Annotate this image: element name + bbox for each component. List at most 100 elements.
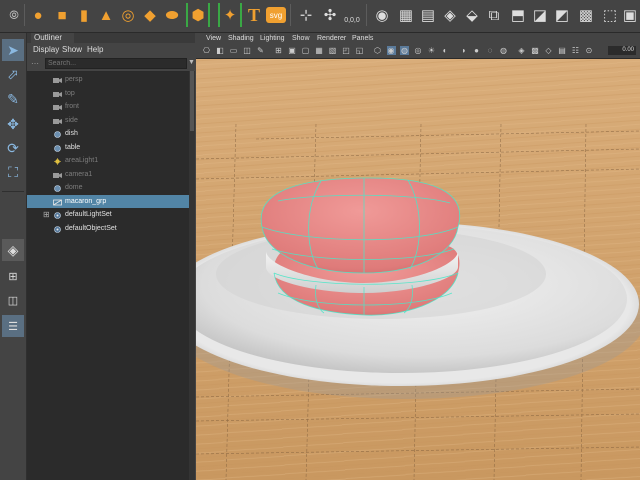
safe-action-icon[interactable]: ◰ [342,46,351,55]
field-chart-icon[interactable]: ▧ [328,46,337,55]
viewport-3d[interactable] [196,59,640,480]
multicut-icon[interactable]: ◪ [528,3,552,27]
separate-icon[interactable]: ▦ [394,3,418,27]
viewport-toolbar: ⎔ ◧ ▭ ◫ ✎ ⊞ ▣ ▢ ▦ ▧ ◰ ◱ ⬡ ◉ ◍ ◎ ☀ ◐ ◑ ● ◌ ◍ ◈ ▩ ◇ ▤ ☷ ⊙ 0.00 [196,44,640,59]
outliner-item-table[interactable]: table [27,141,189,154]
viewport-scene[interactable] [196,59,640,480]
film-gate-icon[interactable]: ▣ [288,46,297,55]
grid-toggle-icon[interactable]: ⊞ [274,46,283,55]
backface-icon[interactable]: ▤ [558,46,567,55]
outliner-item-dome[interactable]: dome [27,181,189,194]
outliner-item-camera1[interactable]: camera1 [27,168,189,181]
uvw-icon[interactable]: 0,0,0 [340,8,364,32]
menu-view[interactable]: View [206,33,221,44]
polygon-cube-icon[interactable]: ■ [50,3,74,27]
bookmark-icon[interactable]: ▭ [229,46,238,55]
xray-icon[interactable]: ▩ [531,46,540,55]
menu-show[interactable]: Show [292,33,310,44]
polygon-cone-icon[interactable]: ▲ [94,3,118,27]
transform-icon [53,130,62,138]
wireframe-icon[interactable]: ⬡ [373,46,382,55]
scrollbar-thumb[interactable] [190,71,194,131]
macaron-grp[interactable] [260,177,461,316]
shadows-icon[interactable]: ◐ [441,46,450,55]
resolution-gate-icon[interactable]: ▢ [301,46,310,55]
camera-select-icon[interactable]: ⎔ [202,46,211,55]
extract-icon[interactable]: ▤ [416,3,440,27]
group-icon [53,198,62,205]
outliner-item-defaultObjectSet[interactable]: defaultObjectSet [27,222,189,235]
smooth-shade-icon[interactable]: ◉ [386,46,396,55]
polygon-sphere-icon[interactable]: ● [26,3,50,27]
bridge-icon[interactable]: ⧉ [482,3,506,27]
menu-panels[interactable]: Panels [352,33,373,44]
expand-icon[interactable]: ⊞ [43,208,50,221]
search-options-icon[interactable]: ▼ [188,59,195,66]
polygon-torus-icon[interactable]: ◎ [116,3,140,27]
outliner-item-label: top [65,89,75,97]
outliner-item-dish[interactable]: dish [27,127,189,140]
outliner-tab[interactable]: Outliner [31,33,74,43]
outliner-layout-icon[interactable]: ☰ [2,315,24,337]
single-view-layout-icon[interactable]: ◈ [2,239,24,261]
extrude-icon[interactable]: ⬒ [506,3,530,27]
snap-icon[interactable]: ⊹ [294,3,318,27]
combine-icon[interactable]: ◉ [370,3,394,27]
outliner-item-persp[interactable]: persp [27,73,189,86]
camera-attr-icon[interactable]: ◧ [216,46,225,55]
menu-shading[interactable]: Shading [228,33,254,44]
four-view-layout-icon[interactable]: ⊞ [2,265,24,287]
lasso-tool-icon[interactable]: ⬀ [2,63,24,85]
outliner-scrollbar[interactable] [189,71,195,480]
shelf-menu-icon[interactable]: ⦾ [2,3,26,27]
polygon-cylinder-icon[interactable]: ▮ [72,3,96,27]
text-icon[interactable]: T [242,3,266,27]
default-material-icon[interactable]: ◍ [400,46,409,55]
smooth-icon[interactable]: ◈ [438,3,462,27]
duplicate-face-icon[interactable]: ▣ [618,3,640,27]
bevel-icon[interactable]: ⬙ [460,3,484,27]
exposure-field[interactable]: 0.00 [608,46,636,55]
menu-display[interactable]: Display [33,44,59,56]
grease-pencil-icon[interactable]: ✎ [256,46,265,55]
gate-mask-icon[interactable]: ▦ [315,46,324,55]
ambient-occlusion-icon[interactable]: ◑ [459,46,468,55]
two-view-layout-icon[interactable]: ◫ [2,289,24,311]
use-lights-icon[interactable]: ☀ [427,46,436,55]
rotate-tool-icon[interactable]: ⟳ [2,137,24,159]
depth-of-field-icon[interactable]: ◍ [499,46,508,55]
outliner-item-defaultLightSet[interactable]: ⊞ defaultLightSet [27,208,189,221]
outliner-item-side[interactable]: side [27,114,189,127]
select-tool-icon[interactable]: ➤ [2,39,24,61]
wedge-icon[interactable]: ◩ [550,3,574,27]
image-plane-icon[interactable]: ◫ [243,46,252,55]
platonic-icon[interactable]: ⬢ [186,3,210,27]
scale-tool-icon[interactable]: ⛶ [2,161,24,183]
svg-icon[interactable]: svg [266,7,286,23]
xray-joints-icon[interactable]: ◇ [544,46,553,55]
exposure-icon[interactable]: ⊙ [585,46,594,55]
textured-icon[interactable]: ◎ [414,46,423,55]
safe-title-icon[interactable]: ◱ [355,46,364,55]
menu-help[interactable]: Help [87,44,103,56]
anti-alias-icon[interactable]: ◌ [486,46,495,55]
menu-show[interactable]: Show [62,44,82,56]
outliner-item-top[interactable]: top [27,87,189,100]
uv-icon[interactable]: ✣ [318,3,342,27]
poke-icon[interactable]: ▩ [574,3,598,27]
polygon-disc-icon[interactable]: ⬬ [160,3,184,27]
hud-icon[interactable]: ☷ [571,46,580,55]
menu-lighting[interactable]: Lighting [260,33,285,44]
outliner-item-front[interactable]: front [27,100,189,113]
outliner-item-macaron_grp[interactable]: macaron_grp [27,194,189,208]
isolate-select-icon[interactable]: ◈ [517,46,526,55]
super-shape-icon[interactable]: ✦ [218,3,242,27]
move-tool-icon[interactable]: ✥ [2,113,24,135]
filter-icon[interactable]: ⋯ [31,59,39,68]
outliner-search-input[interactable] [45,58,187,69]
menu-renderer[interactable]: Renderer [317,33,346,44]
polygon-plane-icon[interactable]: ◆ [138,3,162,27]
outliner-item-areaLight1[interactable]: areaLight1 [27,154,189,167]
paint-select-tool-icon[interactable]: ✎ [2,88,24,110]
motion-blur-icon[interactable]: ● [472,46,481,55]
